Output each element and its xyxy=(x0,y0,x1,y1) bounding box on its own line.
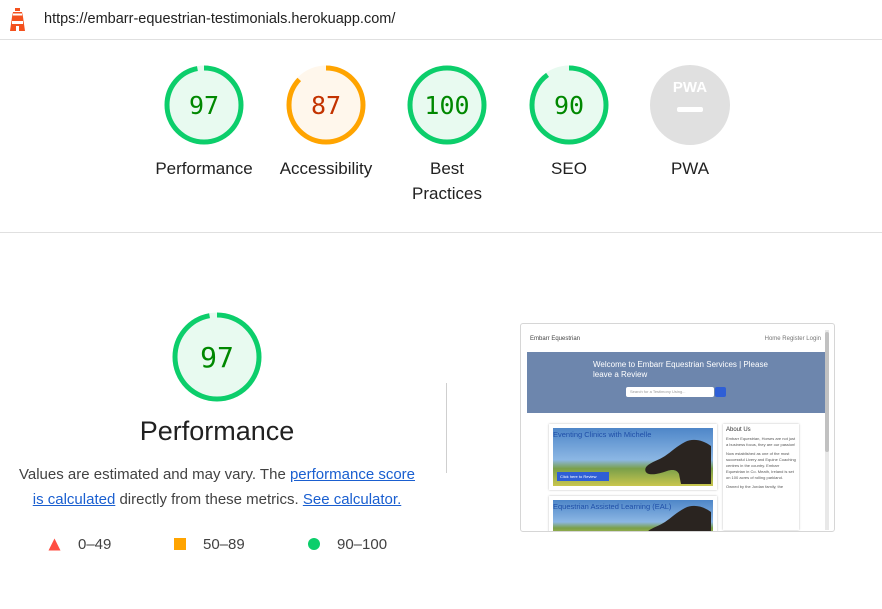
gauge-score: 87 xyxy=(311,91,341,120)
thumb-scrollbar-thumb xyxy=(825,332,829,452)
gauge-ring: 87 xyxy=(286,65,366,145)
thumb-navbar: Embarr Equestrian Home Register Login xyxy=(527,330,825,350)
legend-pass: 90–100 xyxy=(308,534,387,554)
thumb-search-input: Search for a Testimony Using... xyxy=(626,387,714,397)
pwa-badge-text: PWA xyxy=(673,79,707,96)
desc-middle: directly from these metrics. xyxy=(115,491,303,508)
gauge-score: 90 xyxy=(554,91,584,120)
performance-description: Values are estimated and may vary. The p… xyxy=(12,462,422,512)
circle-icon xyxy=(308,538,320,550)
performance-title: Performance xyxy=(139,416,295,446)
lighthouse-icon xyxy=(10,8,25,31)
triangle-icon xyxy=(48,538,61,550)
thumb-search-button xyxy=(715,387,726,397)
thumb-card: Click here to Review Eventing Clinics wi… xyxy=(549,424,717,490)
desc-prefix: Values are estimated and may vary. The xyxy=(18,466,290,483)
gauge-best-practices[interactable]: 100 Best Practices xyxy=(382,64,512,206)
thumb-scrollbar xyxy=(825,330,829,530)
gauge-label: SEO xyxy=(551,159,587,178)
thumb-nav-links: Home Register Login xyxy=(764,336,821,342)
page-url: https://embarr-equestrian-testimonials.h… xyxy=(44,11,396,27)
thumb-about-title: About Us xyxy=(726,427,751,433)
horse-image xyxy=(645,439,711,484)
gauge-ring: 90 xyxy=(529,65,609,145)
gauge-performance[interactable]: 97 Performance xyxy=(139,64,269,181)
gauge-label: Performance xyxy=(155,159,253,178)
section-divider xyxy=(0,232,882,233)
pwa-badge: PWA xyxy=(650,65,730,145)
legend-range: 90–100 xyxy=(337,535,388,553)
gauge-ring: 97 xyxy=(164,65,244,145)
gauge-label: Accessibility xyxy=(279,159,373,178)
see-calculator-link[interactable]: See calculator. xyxy=(303,491,401,508)
pwa-dash xyxy=(677,107,703,112)
thumb-card-title: Equestrian Assisted Learning (EAL) xyxy=(553,502,672,511)
legend-average: 50–89 xyxy=(174,534,245,554)
thumb-brand: Embarr Equestrian xyxy=(530,336,581,342)
gauge-seo[interactable]: 90 SEO xyxy=(504,64,634,181)
thumb-card-title: Eventing Clinics with Michelle xyxy=(553,430,652,439)
thumb-hero-title: Welcome to Embarr Equestrian Services | … xyxy=(593,360,768,379)
thumb-about-text: Embarr Equestrian, Horses are not just a… xyxy=(726,436,796,447)
url-bar: https://embarr-equestrian-testimonials.h… xyxy=(0,0,882,40)
performance-score: 97 xyxy=(200,341,234,374)
gauge-pwa[interactable]: PWA PWA xyxy=(625,64,755,181)
gauge-accessibility[interactable]: 87 Accessibility xyxy=(261,64,391,181)
gauge-ring: 100 xyxy=(407,65,487,145)
legend-fail: 0–49 xyxy=(48,534,111,554)
legend-range: 0–49 xyxy=(78,535,112,553)
gauge-score: 100 xyxy=(424,91,469,120)
vertical-divider xyxy=(446,383,447,473)
thumb-about-text: Owned by the Jordan family, the xyxy=(726,484,784,489)
performance-gauge: 97 xyxy=(172,312,262,402)
thumb-about-panel: About Us Embarr Equestrian, Horses are n… xyxy=(723,424,799,530)
legend-range: 50–89 xyxy=(203,535,245,553)
thumb-review-button: Click here to Review xyxy=(557,472,609,481)
thumb-card: Equestrian Assisted Learning (EAL) xyxy=(549,496,717,531)
thumb-hero: Welcome to Embarr Equestrian Services | … xyxy=(527,352,825,413)
square-icon xyxy=(174,538,186,550)
gauge-score: 97 xyxy=(189,91,219,120)
final-screenshot[interactable]: Embarr Equestrian Home Register Login We… xyxy=(520,323,835,532)
gauge-label: PWA xyxy=(670,159,710,178)
gauge-label: Best Practices xyxy=(412,159,482,203)
thumb-about-text: Now established as one of the most succe… xyxy=(726,451,796,480)
